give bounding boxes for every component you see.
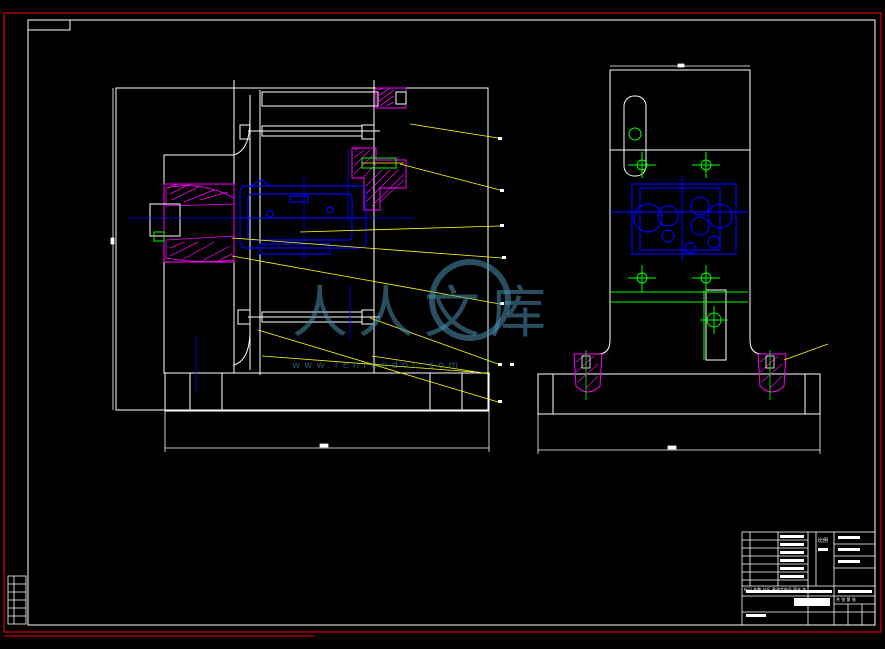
title-block	[741, 531, 876, 626]
left-revision-strip	[7, 575, 27, 625]
left-base-screw-hatched	[573, 350, 603, 400]
side-hole-markers	[610, 127, 748, 360]
title-block-sheet-label: 共 张 第 张	[836, 597, 856, 602]
right-base-screw-hatched	[757, 350, 787, 400]
side-width-dimension	[537, 63, 821, 454]
title-block-columns-label: 标记 处数 分区 更改文件号 签名 年月日	[744, 587, 806, 592]
title-block-text-marks	[746, 535, 872, 617]
watermark-text: 人人文库	[292, 281, 556, 346]
front-width-dimension	[164, 411, 490, 452]
right-clamp-hatched	[351, 147, 407, 211]
front-height-dimension	[110, 88, 115, 410]
top-nut-hatched	[375, 87, 407, 109]
side-workpiece	[612, 176, 748, 260]
title-block-scale-label: 比例	[818, 538, 829, 544]
side-view	[537, 63, 829, 454]
front-left-block	[163, 154, 235, 374]
side-leader-lines	[783, 343, 829, 361]
left-clamp-hatched	[149, 183, 235, 263]
watermark-url: www.renrendoc.com	[292, 360, 463, 371]
front-base-plate	[164, 372, 490, 412]
cad-drawing-viewport: 人人文库 www.renrendoc.com 标记 处数 分区 更改文件号 签名…	[0, 0, 885, 649]
